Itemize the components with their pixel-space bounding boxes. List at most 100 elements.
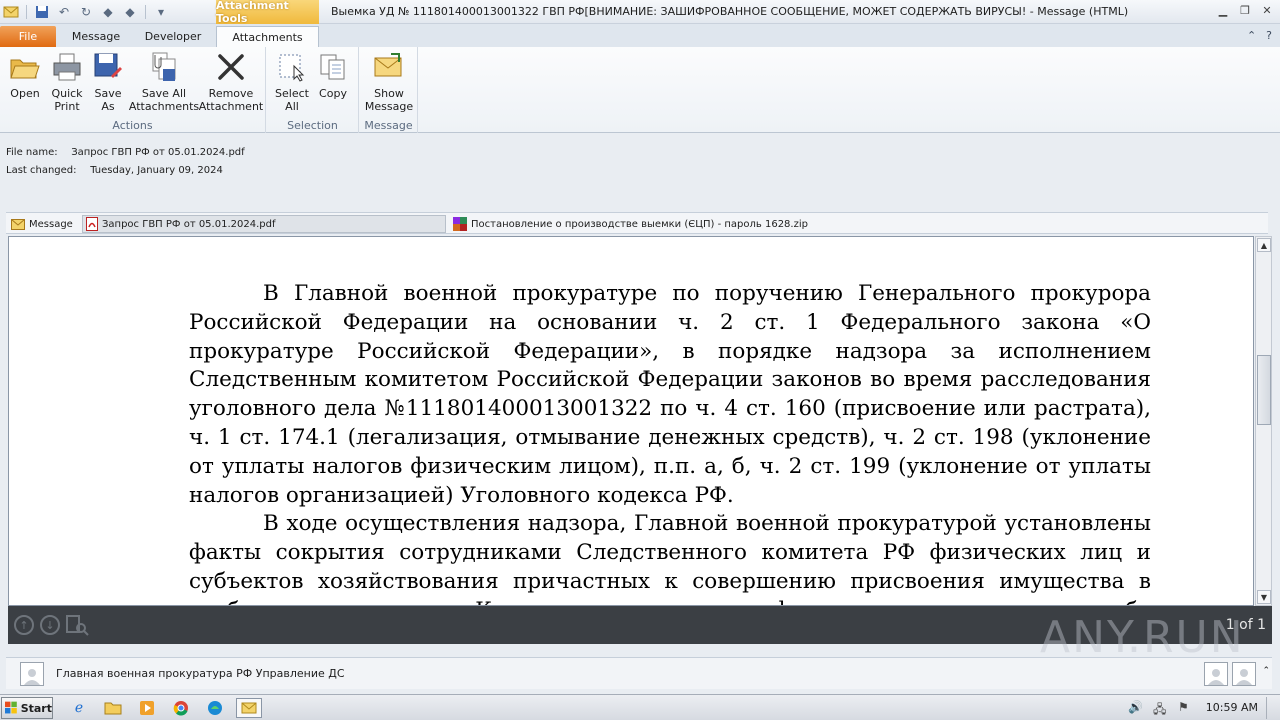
select-all-label: Select All [275,87,309,113]
folder-open-icon [9,51,41,83]
last-changed-row: Last changed: Tuesday, January 09, 2024 [6,162,245,180]
previous-page-icon[interactable]: ↑ [14,615,34,635]
ribbon-tabs: File Message Developer Attachments ⌃ ? [0,24,1280,47]
watermark-logo: ANY.RUN [1040,612,1245,663]
clock[interactable]: 10:59 AM [1206,701,1258,714]
remove-attachment-label: Remove Attachment [198,87,264,113]
network-icon[interactable]: 🖧 [1153,700,1166,720]
avatar[interactable] [20,662,44,686]
outlook-taskbar-icon[interactable] [236,698,262,718]
attachment-pdf[interactable]: Запрос ГВП РФ от 05.01.2024.pdf [82,215,446,233]
close-icon[interactable]: ✕ [1258,2,1276,18]
group-selection: Select All Copy Selection [267,47,359,133]
save-all-attachments-button[interactable]: Save All Attachments [128,51,200,113]
document-paragraph-1: В Главной военной прокуратуре по поручен… [189,281,1151,508]
restore-icon[interactable]: ❐ [1236,2,1254,18]
save-as-label: Save As [94,87,122,113]
contact-avatar-1[interactable] [1204,662,1228,686]
group-label-actions: Actions [112,119,153,132]
attachment-message-label: Message [29,218,73,230]
printer-icon [51,51,83,83]
select-all-icon [276,51,308,83]
minimize-ribbon-icon[interactable]: ⌃ [1247,29,1256,42]
start-button[interactable]: Start [1,697,53,719]
file-explorer-icon[interactable] [102,698,124,718]
document-body: В Главной военной прокуратуре по поручен… [189,280,1151,605]
chrome-icon[interactable] [170,698,192,718]
internet-explorer-icon[interactable]: ℯ [68,698,90,718]
copy-button[interactable]: Copy [315,51,351,100]
expand-people-pane-icon[interactable]: ⌃ [1262,666,1270,676]
attachment-pdf-label: Запрос ГВП РФ от 05.01.2024.pdf [102,218,276,230]
tab-developer[interactable]: Developer [136,26,210,47]
attachment-message[interactable]: Message [8,215,76,233]
contextual-tab-header: Attachment Tools [216,0,319,25]
windows-logo-icon [5,701,17,714]
volume-icon[interactable]: 🔊 [1128,700,1143,714]
start-label: Start [20,701,52,715]
scroll-thumb[interactable] [1257,355,1271,425]
tab-attachments[interactable]: Attachments [216,26,319,47]
group-label-message: Message [364,119,413,132]
last-changed-value: Tuesday, January 09, 2024 [90,165,223,176]
save-icon[interactable] [33,3,51,21]
save-as-icon [92,51,124,83]
attachment-zip[interactable]: Постановление о производстве выемки (ЄЦП… [450,215,811,233]
zip-icon [453,217,467,231]
quick-access-toolbar: ↶ ↻ ◆ ◆ ▾ [2,3,170,21]
copy-icon [317,51,349,83]
save-all-attachments-icon [148,51,180,83]
file-name-row: File name: Запрос ГВП РФ от 05.01.2024.p… [6,144,245,162]
show-message-button[interactable]: Show Message [364,51,414,113]
action-center-flag-icon[interactable]: ⚑ [1178,700,1189,714]
help-icon[interactable]: ? [1266,29,1272,42]
last-changed-label: Last changed: [6,165,77,176]
tab-file[interactable]: File [0,26,56,47]
document-paragraph-2: В ходе осуществления надзора, Главной во… [189,511,1151,605]
attachment-preview[interactable]: В Главной военной прокуратуре по поручен… [8,236,1254,606]
edge-icon[interactable] [204,698,226,718]
vertical-scrollbar[interactable]: ▲ ▼ [1255,236,1272,606]
save-all-attachments-label: Save All Attachments [128,87,200,113]
file-info: File name: Запрос ГВП РФ от 05.01.2024.p… [6,144,245,180]
taskbar: Start ℯ 🔊 🖧 ⚑ 10:59 AM [0,694,1280,720]
envelope-icon [11,218,25,230]
file-name-value: Запрос ГВП РФ от 05.01.2024.pdf [71,147,245,158]
quick-print-label: Quick Print [51,87,83,113]
customize-qat-icon[interactable]: ▾ [152,3,170,21]
show-desktop-button[interactable] [1266,697,1278,719]
attachment-zip-label: Постановление о производстве выемки (ЄЦП… [471,218,808,230]
next-page-icon[interactable]: ↓ [40,615,60,635]
undo-icon[interactable]: ↶ [55,3,73,21]
minimize-icon[interactable]: ▁ [1214,2,1232,18]
ribbon: Open Quick Print Save As Save All Attach… [0,47,1280,133]
window-title: Выемка УД № 11180140001300132​2 ГВП РФ[В… [331,5,1129,18]
ribbon-right-controls: ⌃ ? [1247,29,1272,42]
quick-print-button[interactable]: Quick Print [48,51,86,113]
group-message: Show Message Message [360,47,418,133]
save-as-button[interactable]: Save As [90,51,126,113]
open-label: Open [10,87,40,100]
open-button[interactable]: Open [6,51,44,100]
copy-label: Copy [319,87,347,100]
separator [26,5,27,19]
tab-message[interactable]: Message [60,26,132,47]
show-message-icon [373,51,405,83]
scroll-down-icon[interactable]: ▼ [1257,590,1271,604]
group-actions: Open Quick Print Save As Save All Attach… [0,47,266,133]
sender-name[interactable]: Главная военная прокуратура РФ Управлени… [56,667,345,680]
media-player-icon[interactable] [136,698,158,718]
select-all-button[interactable]: Select All [273,51,311,113]
remove-attachment-button[interactable]: Remove Attachment [198,51,264,113]
people-pane: Главная военная прокуратура РФ Управлени… [6,657,1272,689]
window-controls: ▁ ❐ ✕ [1214,2,1276,18]
contact-avatar-2[interactable] [1232,662,1256,686]
next-item-icon[interactable]: ◆ [121,3,139,21]
previous-item-icon[interactable]: ◆ [99,3,117,21]
attachment-bar: Message Запрос ГВП РФ от 05.01.2024.pdf … [6,212,1268,234]
scroll-up-icon[interactable]: ▲ [1257,238,1271,252]
outlook-icon [2,3,20,21]
redo-icon[interactable]: ↻ [77,3,95,21]
pdf-icon [86,217,98,231]
find-icon[interactable] [66,615,90,640]
